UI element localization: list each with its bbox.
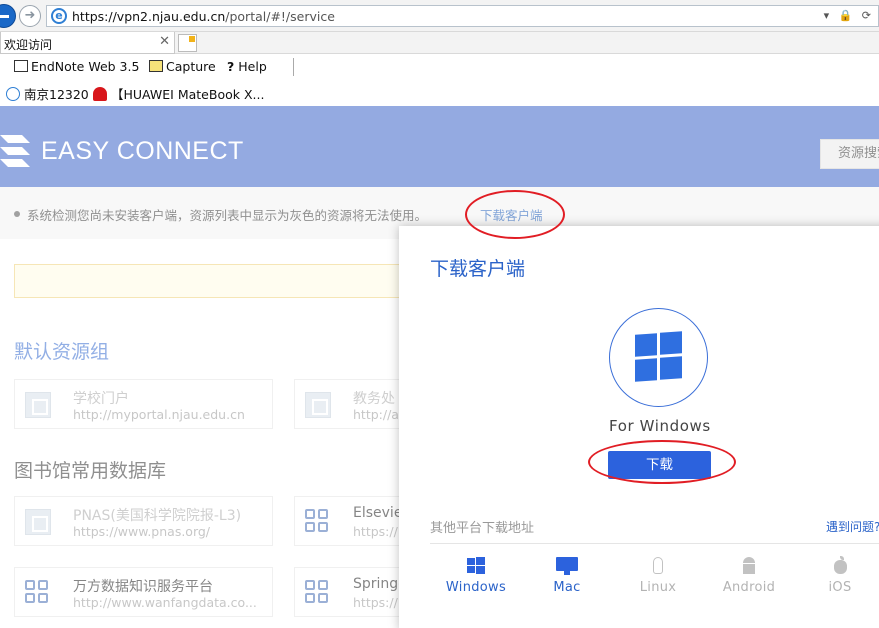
huawei-icon <box>93 87 107 101</box>
capture-icon <box>149 60 163 72</box>
dialog-title: 下载客户端 <box>430 258 526 280</box>
link-nanjing12320[interactable]: 南京12320 <box>6 84 89 103</box>
new-tab-button[interactable] <box>178 34 197 52</box>
address-bar[interactable]: e https://vpn2.njau.edu.cn/portal/#!/ser… <box>46 5 879 27</box>
tab-title: 欢迎访问 <box>4 38 53 52</box>
platform-label: Linux <box>639 580 677 595</box>
screen: ➜ e https://vpn2.njau.edu.cn/portal/#!/s… <box>0 0 879 628</box>
fav-capture[interactable]: Capture <box>149 59 216 74</box>
windows-logo-icon <box>609 308 708 407</box>
platform-divider <box>430 543 879 544</box>
other-platforms-label: 其他平台下载地址 <box>430 521 535 536</box>
android-icon <box>738 556 760 576</box>
download-client-dialog: 下载客户端 For Windows 下载 其他平台下载地址 遇到问题? Wind… <box>399 226 879 628</box>
linux-penguin-icon <box>647 556 669 576</box>
endnote-icon <box>14 60 28 72</box>
address-bar-row: ➜ e https://vpn2.njau.edu.cn/portal/#!/s… <box>0 0 879 32</box>
platform-label: Windows <box>445 580 507 595</box>
ie-site-icon: e <box>51 8 67 24</box>
mac-monitor-icon <box>556 556 578 576</box>
annotation-ellipse-download-link <box>465 190 565 239</box>
fav-endnote[interactable]: EndNote Web 3.5 <box>14 59 139 74</box>
windows-icon <box>465 556 487 576</box>
favorites-toolbar: EndNote Web 3.5 Capture ? Help <box>0 54 879 81</box>
url-text: https://vpn2.njau.edu.cn/portal/#!/servi… <box>72 9 335 24</box>
platform-label: Android <box>722 580 776 595</box>
portal-page: EASY CONNECT 资源搜索 系统检测您尚未安装客户端，资源列表中显示为灰… <box>0 106 879 628</box>
platform-linux[interactable]: Linux <box>618 556 698 596</box>
tab-bar: 欢迎访问 ✕ <box>0 32 879 54</box>
platform-windows[interactable]: Windows <box>436 556 516 596</box>
fav-help[interactable]: ? Help <box>227 59 267 74</box>
platform-name: For Windows <box>609 417 711 435</box>
close-tab-icon[interactable]: ✕ <box>159 34 170 49</box>
tab-welcome[interactable]: 欢迎访问 ✕ <box>0 32 175 54</box>
problem-link[interactable]: 遇到问题? <box>826 518 879 535</box>
platform-label: Mac <box>553 580 581 595</box>
forward-button[interactable]: ➜ <box>19 5 41 27</box>
link-huawei[interactable]: 【HUAWEI MateBook X... <box>93 84 264 103</box>
platform-ios[interactable]: iOS <box>800 556 879 596</box>
help-icon: ? <box>227 59 235 74</box>
platform-android[interactable]: Android <box>709 556 789 596</box>
url-controls[interactable]: ▾ 🔒 ⟳ <box>824 9 874 22</box>
platform-mac[interactable]: Mac <box>527 556 607 596</box>
apple-icon <box>829 556 851 576</box>
annotation-ellipse-download-button <box>588 440 736 484</box>
toolbar-divider <box>293 58 294 76</box>
ie-page-icon <box>6 87 20 101</box>
platform-label: iOS <box>828 580 852 595</box>
back-button[interactable] <box>0 4 16 28</box>
links-toolbar: 南京12320 【HUAWEI MateBook X... <box>0 81 879 106</box>
